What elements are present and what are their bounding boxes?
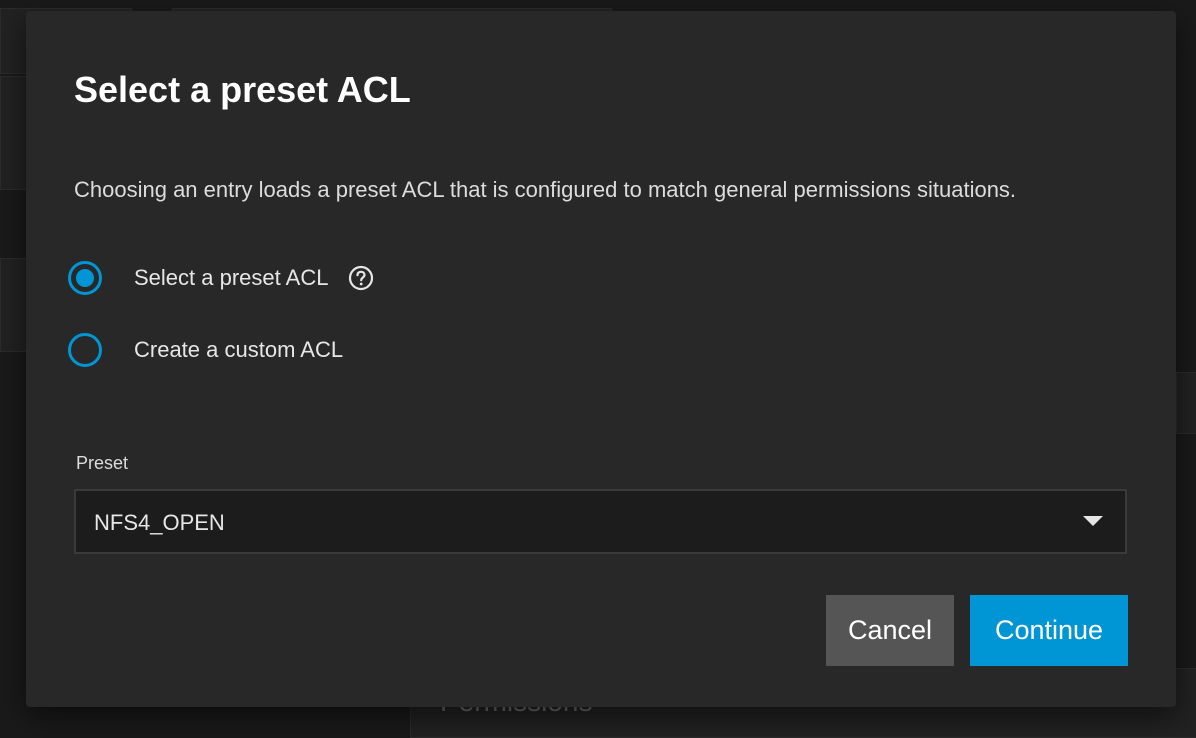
background-panel-left-2: [0, 258, 28, 352]
preset-select-value: NFS4_OPEN: [94, 510, 225, 535]
help-icon[interactable]: [348, 265, 374, 291]
continue-button[interactable]: Continue: [970, 595, 1128, 666]
radio-label-custom: Create a custom ACL: [134, 337, 344, 362]
radio-button-selected[interactable]: [68, 261, 102, 295]
dropdown-arrow-icon: [1083, 516, 1103, 526]
dialog-description: Choosing an entry loads a preset ACL tha…: [74, 177, 1017, 202]
background-panel-right: [1176, 372, 1196, 434]
preset-select[interactable]: NFS4_OPEN: [74, 489, 1127, 554]
preset-label: Preset: [76, 453, 129, 473]
radio-option-preset[interactable]: Select a preset ACL: [68, 256, 374, 300]
preset-acl-dialog: Select a preset ACL Choosing an entry lo…: [26, 11, 1176, 707]
radio-label-preset: Select a preset ACL: [134, 265, 329, 290]
dialog-title: Select a preset ACL: [74, 69, 411, 110]
radio-dot: [76, 269, 94, 287]
cancel-button[interactable]: Cancel: [826, 595, 954, 666]
radio-button-unselected[interactable]: [68, 333, 102, 367]
radio-option-custom[interactable]: Create a custom ACL: [68, 328, 343, 372]
background-panel-left: [0, 76, 28, 190]
